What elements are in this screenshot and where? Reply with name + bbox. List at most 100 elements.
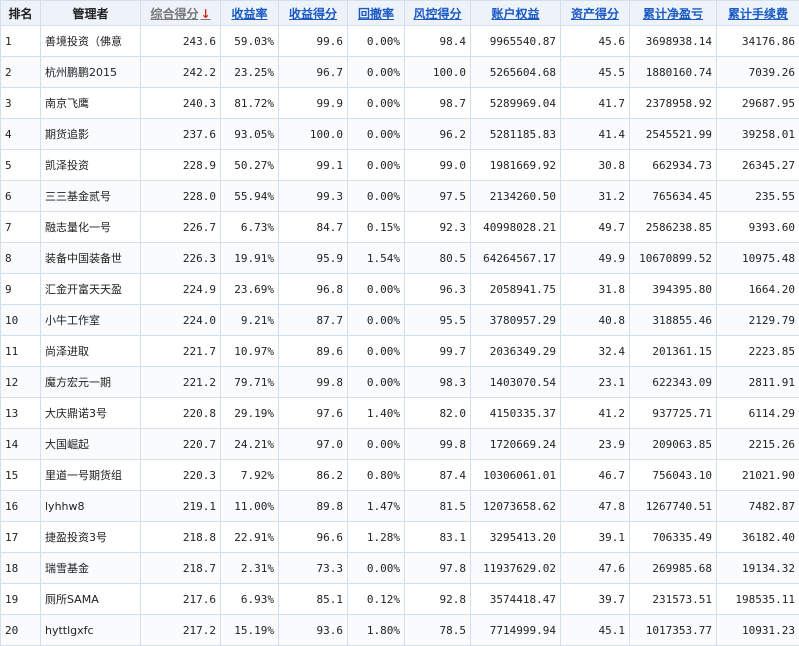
cell-fees: 1664.20 bbox=[717, 274, 799, 305]
cell-equity: 3780957.29 bbox=[471, 305, 561, 336]
cell-manager[interactable]: 尚泽进取 bbox=[41, 336, 141, 367]
cell-net-pnl: 937725.71 bbox=[630, 398, 717, 429]
cell-manager[interactable]: 装备中国装备世 bbox=[41, 243, 141, 274]
cell-net-pnl: 2378958.92 bbox=[630, 88, 717, 119]
cell-return-score: 99.9 bbox=[279, 88, 348, 119]
col-header-score[interactable]: 综合得分↓ bbox=[141, 1, 221, 26]
col-header-return-score[interactable]: 收益得分 bbox=[279, 1, 348, 26]
table-row: 2杭州鹏鹏2015242.223.25%96.70.00%100.0526560… bbox=[1, 57, 799, 88]
table-row: 20hyttlgxfc217.215.19%93.61.80%78.577149… bbox=[1, 615, 799, 646]
cell-net-pnl: 765634.45 bbox=[630, 181, 717, 212]
cell-return-rate: 6.73% bbox=[221, 212, 279, 243]
cell-return-rate: 10.97% bbox=[221, 336, 279, 367]
cell-manager[interactable]: 魔方宏元一期 bbox=[41, 367, 141, 398]
cell-drawdown: 0.00% bbox=[348, 305, 405, 336]
cell-manager[interactable]: 大国崛起 bbox=[41, 429, 141, 460]
table-body: 1善境投资（佛意243.659.03%99.60.00%98.49965540.… bbox=[1, 26, 799, 646]
cell-rank: 18 bbox=[1, 553, 41, 584]
cell-return-rate: 2.31% bbox=[221, 553, 279, 584]
cell-manager[interactable]: 南京飞鹰 bbox=[41, 88, 141, 119]
cell-manager[interactable]: 凯泽投资 bbox=[41, 150, 141, 181]
cell-asset-score: 49.9 bbox=[561, 243, 630, 274]
col-header-fees[interactable]: 累计手续费 bbox=[717, 1, 799, 26]
cell-manager[interactable]: 捷盈投资3号 bbox=[41, 522, 141, 553]
table-row: 18瑞雪基金218.72.31%73.30.00%97.811937629.02… bbox=[1, 553, 799, 584]
cell-risk-score: 97.8 bbox=[405, 553, 471, 584]
cell-manager[interactable]: 小牛工作室 bbox=[41, 305, 141, 336]
cell-return-rate: 50.27% bbox=[221, 150, 279, 181]
cell-return-rate: 93.05% bbox=[221, 119, 279, 150]
cell-manager[interactable]: 汇金开富天天盈 bbox=[41, 274, 141, 305]
cell-risk-score: 92.3 bbox=[405, 212, 471, 243]
cell-manager[interactable]: 里道一号期货组 bbox=[41, 460, 141, 491]
table-row: 3南京飞鹰240.381.72%99.90.00%98.75289969.044… bbox=[1, 88, 799, 119]
ranking-table: 排名 管理者 综合得分↓ 收益率 收益得分 回撤率 风控得分 账户权益 资产得分… bbox=[0, 0, 799, 646]
cell-asset-score: 41.4 bbox=[561, 119, 630, 150]
col-header-asset-score[interactable]: 资产得分 bbox=[561, 1, 630, 26]
cell-fees: 198535.11 bbox=[717, 584, 799, 615]
cell-return-rate: 22.91% bbox=[221, 522, 279, 553]
table-row: 14大国崛起220.724.21%97.00.00%99.81720669.24… bbox=[1, 429, 799, 460]
cell-return-score: 96.7 bbox=[279, 57, 348, 88]
cell-equity: 4150335.37 bbox=[471, 398, 561, 429]
cell-asset-score: 45.1 bbox=[561, 615, 630, 646]
cell-fees: 2129.79 bbox=[717, 305, 799, 336]
cell-manager[interactable]: 杭州鹏鹏2015 bbox=[41, 57, 141, 88]
table-row: 1善境投资（佛意243.659.03%99.60.00%98.49965540.… bbox=[1, 26, 799, 57]
cell-manager[interactable]: 善境投资（佛意 bbox=[41, 26, 141, 57]
cell-return-rate: 23.69% bbox=[221, 274, 279, 305]
col-header-net-pnl[interactable]: 累计净盈亏 bbox=[630, 1, 717, 26]
cell-rank: 3 bbox=[1, 88, 41, 119]
cell-manager[interactable]: 瑞雪基金 bbox=[41, 553, 141, 584]
cell-rank: 1 bbox=[1, 26, 41, 57]
cell-fees: 7482.87 bbox=[717, 491, 799, 522]
cell-asset-score: 39.7 bbox=[561, 584, 630, 615]
cell-asset-score: 40.8 bbox=[561, 305, 630, 336]
cell-asset-score: 31.2 bbox=[561, 181, 630, 212]
cell-asset-score: 30.8 bbox=[561, 150, 630, 181]
cell-fees: 36182.40 bbox=[717, 522, 799, 553]
cell-drawdown: 0.00% bbox=[348, 57, 405, 88]
cell-rank: 8 bbox=[1, 243, 41, 274]
cell-rank: 6 bbox=[1, 181, 41, 212]
cell-rank: 16 bbox=[1, 491, 41, 522]
cell-asset-score: 23.9 bbox=[561, 429, 630, 460]
cell-net-pnl: 622343.09 bbox=[630, 367, 717, 398]
col-header-risk-score[interactable]: 风控得分 bbox=[405, 1, 471, 26]
cell-score: 220.7 bbox=[141, 429, 221, 460]
col-header-manager: 管理者 bbox=[41, 1, 141, 26]
cell-risk-score: 99.0 bbox=[405, 150, 471, 181]
col-header-return-rate[interactable]: 收益率 bbox=[221, 1, 279, 26]
cell-return-score: 96.6 bbox=[279, 522, 348, 553]
cell-manager[interactable]: 三三基金贰号 bbox=[41, 181, 141, 212]
cell-manager[interactable]: lyhhw8 bbox=[41, 491, 141, 522]
cell-net-pnl: 1267740.51 bbox=[630, 491, 717, 522]
table-row: 16lyhhw8219.111.00%89.81.47%81.512073658… bbox=[1, 491, 799, 522]
cell-fees: 2223.85 bbox=[717, 336, 799, 367]
cell-net-pnl: 2545521.99 bbox=[630, 119, 717, 150]
cell-asset-score: 31.8 bbox=[561, 274, 630, 305]
cell-fees: 19134.32 bbox=[717, 553, 799, 584]
cell-net-pnl: 706335.49 bbox=[630, 522, 717, 553]
cell-manager[interactable]: hyttlgxfc bbox=[41, 615, 141, 646]
cell-return-score: 89.8 bbox=[279, 491, 348, 522]
cell-risk-score: 78.5 bbox=[405, 615, 471, 646]
cell-rank: 17 bbox=[1, 522, 41, 553]
cell-equity: 5281185.83 bbox=[471, 119, 561, 150]
cell-return-score: 95.9 bbox=[279, 243, 348, 274]
cell-manager[interactable]: 融志量化一号 bbox=[41, 212, 141, 243]
col-header-drawdown[interactable]: 回撤率 bbox=[348, 1, 405, 26]
cell-net-pnl: 3698938.14 bbox=[630, 26, 717, 57]
cell-manager[interactable]: 大庆鼎诺3号 bbox=[41, 398, 141, 429]
cell-drawdown: 0.00% bbox=[348, 553, 405, 584]
table-row: 5凯泽投资228.950.27%99.10.00%99.01981669.923… bbox=[1, 150, 799, 181]
col-header-equity[interactable]: 账户权益 bbox=[471, 1, 561, 26]
cell-risk-score: 99.8 bbox=[405, 429, 471, 460]
cell-manager[interactable]: 期货追影 bbox=[41, 119, 141, 150]
cell-risk-score: 82.0 bbox=[405, 398, 471, 429]
cell-return-score: 100.0 bbox=[279, 119, 348, 150]
cell-net-pnl: 756043.10 bbox=[630, 460, 717, 491]
cell-drawdown: 0.15% bbox=[348, 212, 405, 243]
cell-net-pnl: 269985.68 bbox=[630, 553, 717, 584]
cell-manager[interactable]: 厕所SAMA bbox=[41, 584, 141, 615]
